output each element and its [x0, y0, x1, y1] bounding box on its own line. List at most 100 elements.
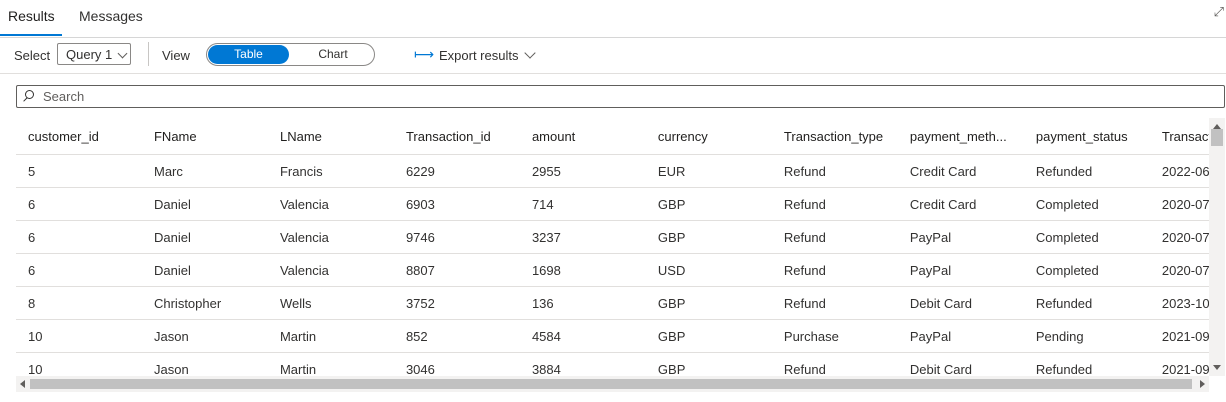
table-cell: Pending	[1023, 319, 1150, 353]
table-cell: 2023-10-29	[1149, 286, 1209, 320]
table-cell: 852	[393, 319, 520, 353]
view-chart-button[interactable]: Chart	[293, 45, 373, 64]
table-cell: Marc	[141, 154, 268, 188]
column-header[interactable]: FName	[141, 118, 268, 155]
table-cell: 2022-06-04	[1149, 154, 1209, 188]
horizontal-scroll-thumb[interactable]	[30, 379, 1192, 389]
table-cell: GBP	[645, 286, 772, 320]
table-cell: 136	[519, 286, 646, 320]
table-cell: Purchase	[771, 319, 898, 353]
table-cell: Refund	[771, 352, 898, 376]
tab-messages[interactable]: Messages	[79, 8, 143, 24]
table-cell: 2020-07-14	[1149, 220, 1209, 254]
column-header[interactable]: Transaction_type	[771, 118, 898, 155]
column-header[interactable]: customer_id	[16, 118, 142, 155]
table-cell: PayPal	[897, 253, 1024, 287]
table-cell: Refunded	[1023, 154, 1150, 188]
table-cell: PayPal	[897, 319, 1024, 353]
table-cell: Credit Card	[897, 154, 1024, 188]
table-cell: 6	[16, 220, 142, 254]
view-toggle: Table Chart	[206, 43, 375, 66]
expand-icon[interactable]: ⤢	[1214, 4, 1224, 20]
table-cell: 6903	[393, 187, 520, 221]
table-cell: 6	[16, 253, 142, 287]
column-header[interactable]: LName	[267, 118, 394, 155]
table-cell: Refund	[771, 286, 898, 320]
table-cell: 3046	[393, 352, 520, 376]
table-cell: 3237	[519, 220, 646, 254]
toolbar-divider	[148, 42, 149, 66]
table-cell: Martin	[267, 319, 394, 353]
results-toolbar: Select Query 1 View Table Chart ⟼ Export…	[0, 38, 1226, 74]
table-cell: 2020-07-14	[1149, 187, 1209, 221]
table-cell: Wells	[267, 286, 394, 320]
table-cell: Refund	[771, 154, 898, 188]
tab-results[interactable]: Results	[8, 8, 55, 24]
table-cell: Valencia	[267, 253, 394, 287]
column-header[interactable]: payment_status	[1023, 118, 1150, 155]
table-cell: Valencia	[267, 187, 394, 221]
table-cell: 10	[16, 352, 142, 376]
table-cell: GBP	[645, 187, 772, 221]
table-row[interactable]: 6 Daniel Valencia 9746 3237 GBP Refund PayPal Co…	[16, 220, 1209, 254]
table-cell: GBP	[645, 352, 772, 376]
column-header[interactable]: amount	[519, 118, 646, 155]
table-cell: EUR	[645, 154, 772, 188]
scroll-left-icon[interactable]	[20, 380, 25, 388]
table-cell: 4584	[519, 319, 646, 353]
table-cell: Debit Card	[897, 286, 1024, 320]
table-cell: Refund	[771, 253, 898, 287]
column-header[interactable]: currency	[645, 118, 772, 155]
column-header[interactable]: Transaction_Da...	[1149, 118, 1209, 155]
search-box	[16, 85, 1225, 108]
table-cell: 5	[16, 154, 142, 188]
table-cell: 8	[16, 286, 142, 320]
table-cell: 3752	[393, 286, 520, 320]
table-cell: Francis	[267, 154, 394, 188]
view-table-button[interactable]: Table	[208, 45, 289, 64]
table-cell: 2021-09-17	[1149, 352, 1209, 376]
results-table: customer_id FName LName Transaction_id amoun…	[16, 118, 1209, 376]
table-row[interactable]: 6 Daniel Valencia 8807 1698 USD Refund PayPal Co…	[16, 253, 1209, 287]
table-cell: 10	[16, 319, 142, 353]
table-cell: Refund	[771, 187, 898, 221]
table-cell: Jason	[141, 319, 268, 353]
export-results-label: Export results	[439, 48, 519, 63]
table-cell: 2020-07-14	[1149, 253, 1209, 287]
table-cell: 1698	[519, 253, 646, 287]
table-cell: 8807	[393, 253, 520, 287]
table-cell: Christopher	[141, 286, 268, 320]
table-cell: 2021-09-17	[1149, 319, 1209, 353]
select-label: Select	[14, 48, 51, 63]
table-cell: Daniel	[141, 187, 268, 221]
table-row[interactable]: 10 Jason Martin 3046 3884 GBP Refund Debit Card…	[16, 352, 1209, 376]
horizontal-scrollbar[interactable]	[16, 376, 1209, 392]
table-cell: 3884	[519, 352, 646, 376]
results-tab-bar: Results Messages ⤢	[0, 0, 1226, 38]
table-cell: Credit Card	[897, 187, 1024, 221]
search-input[interactable]	[43, 88, 1203, 105]
vertical-scrollbar[interactable]	[1209, 118, 1225, 376]
view-label: View	[162, 48, 190, 63]
table-cell: Completed	[1023, 253, 1150, 287]
table-cell: Refunded	[1023, 286, 1150, 320]
query-select-value: Query 1	[66, 47, 113, 62]
table-row[interactable]: 5 Marc Francis 6229 2955 EUR Refund Credit Card…	[16, 154, 1209, 188]
chevron-down-icon	[117, 48, 128, 59]
scroll-right-icon[interactable]	[1200, 380, 1205, 388]
query-select-dropdown[interactable]: Query 1	[57, 43, 131, 65]
table-cell: Daniel	[141, 220, 268, 254]
table-cell: Daniel	[141, 253, 268, 287]
table-row[interactable]: 10 Jason Martin 852 4584 GBP Purchase PayPal Pen…	[16, 319, 1209, 353]
vertical-scroll-thumb[interactable]	[1211, 129, 1223, 146]
column-header[interactable]: Transaction_id	[393, 118, 520, 155]
scroll-down-icon[interactable]	[1213, 365, 1221, 370]
table-cell: Jason	[141, 352, 268, 376]
table-cell: Completed	[1023, 187, 1150, 221]
column-header[interactable]: payment_meth...	[897, 118, 1024, 155]
table-cell: 714	[519, 187, 646, 221]
table-row[interactable]: 6 Daniel Valencia 6903 714 GBP Refund Credit Ca…	[16, 187, 1209, 221]
table-cell: Refund	[771, 220, 898, 254]
table-row[interactable]: 8 Christopher Wells 3752 136 GBP Refund Debit C…	[16, 286, 1209, 320]
results-grid: customer_id FName LName Transaction_id amoun…	[16, 118, 1209, 376]
